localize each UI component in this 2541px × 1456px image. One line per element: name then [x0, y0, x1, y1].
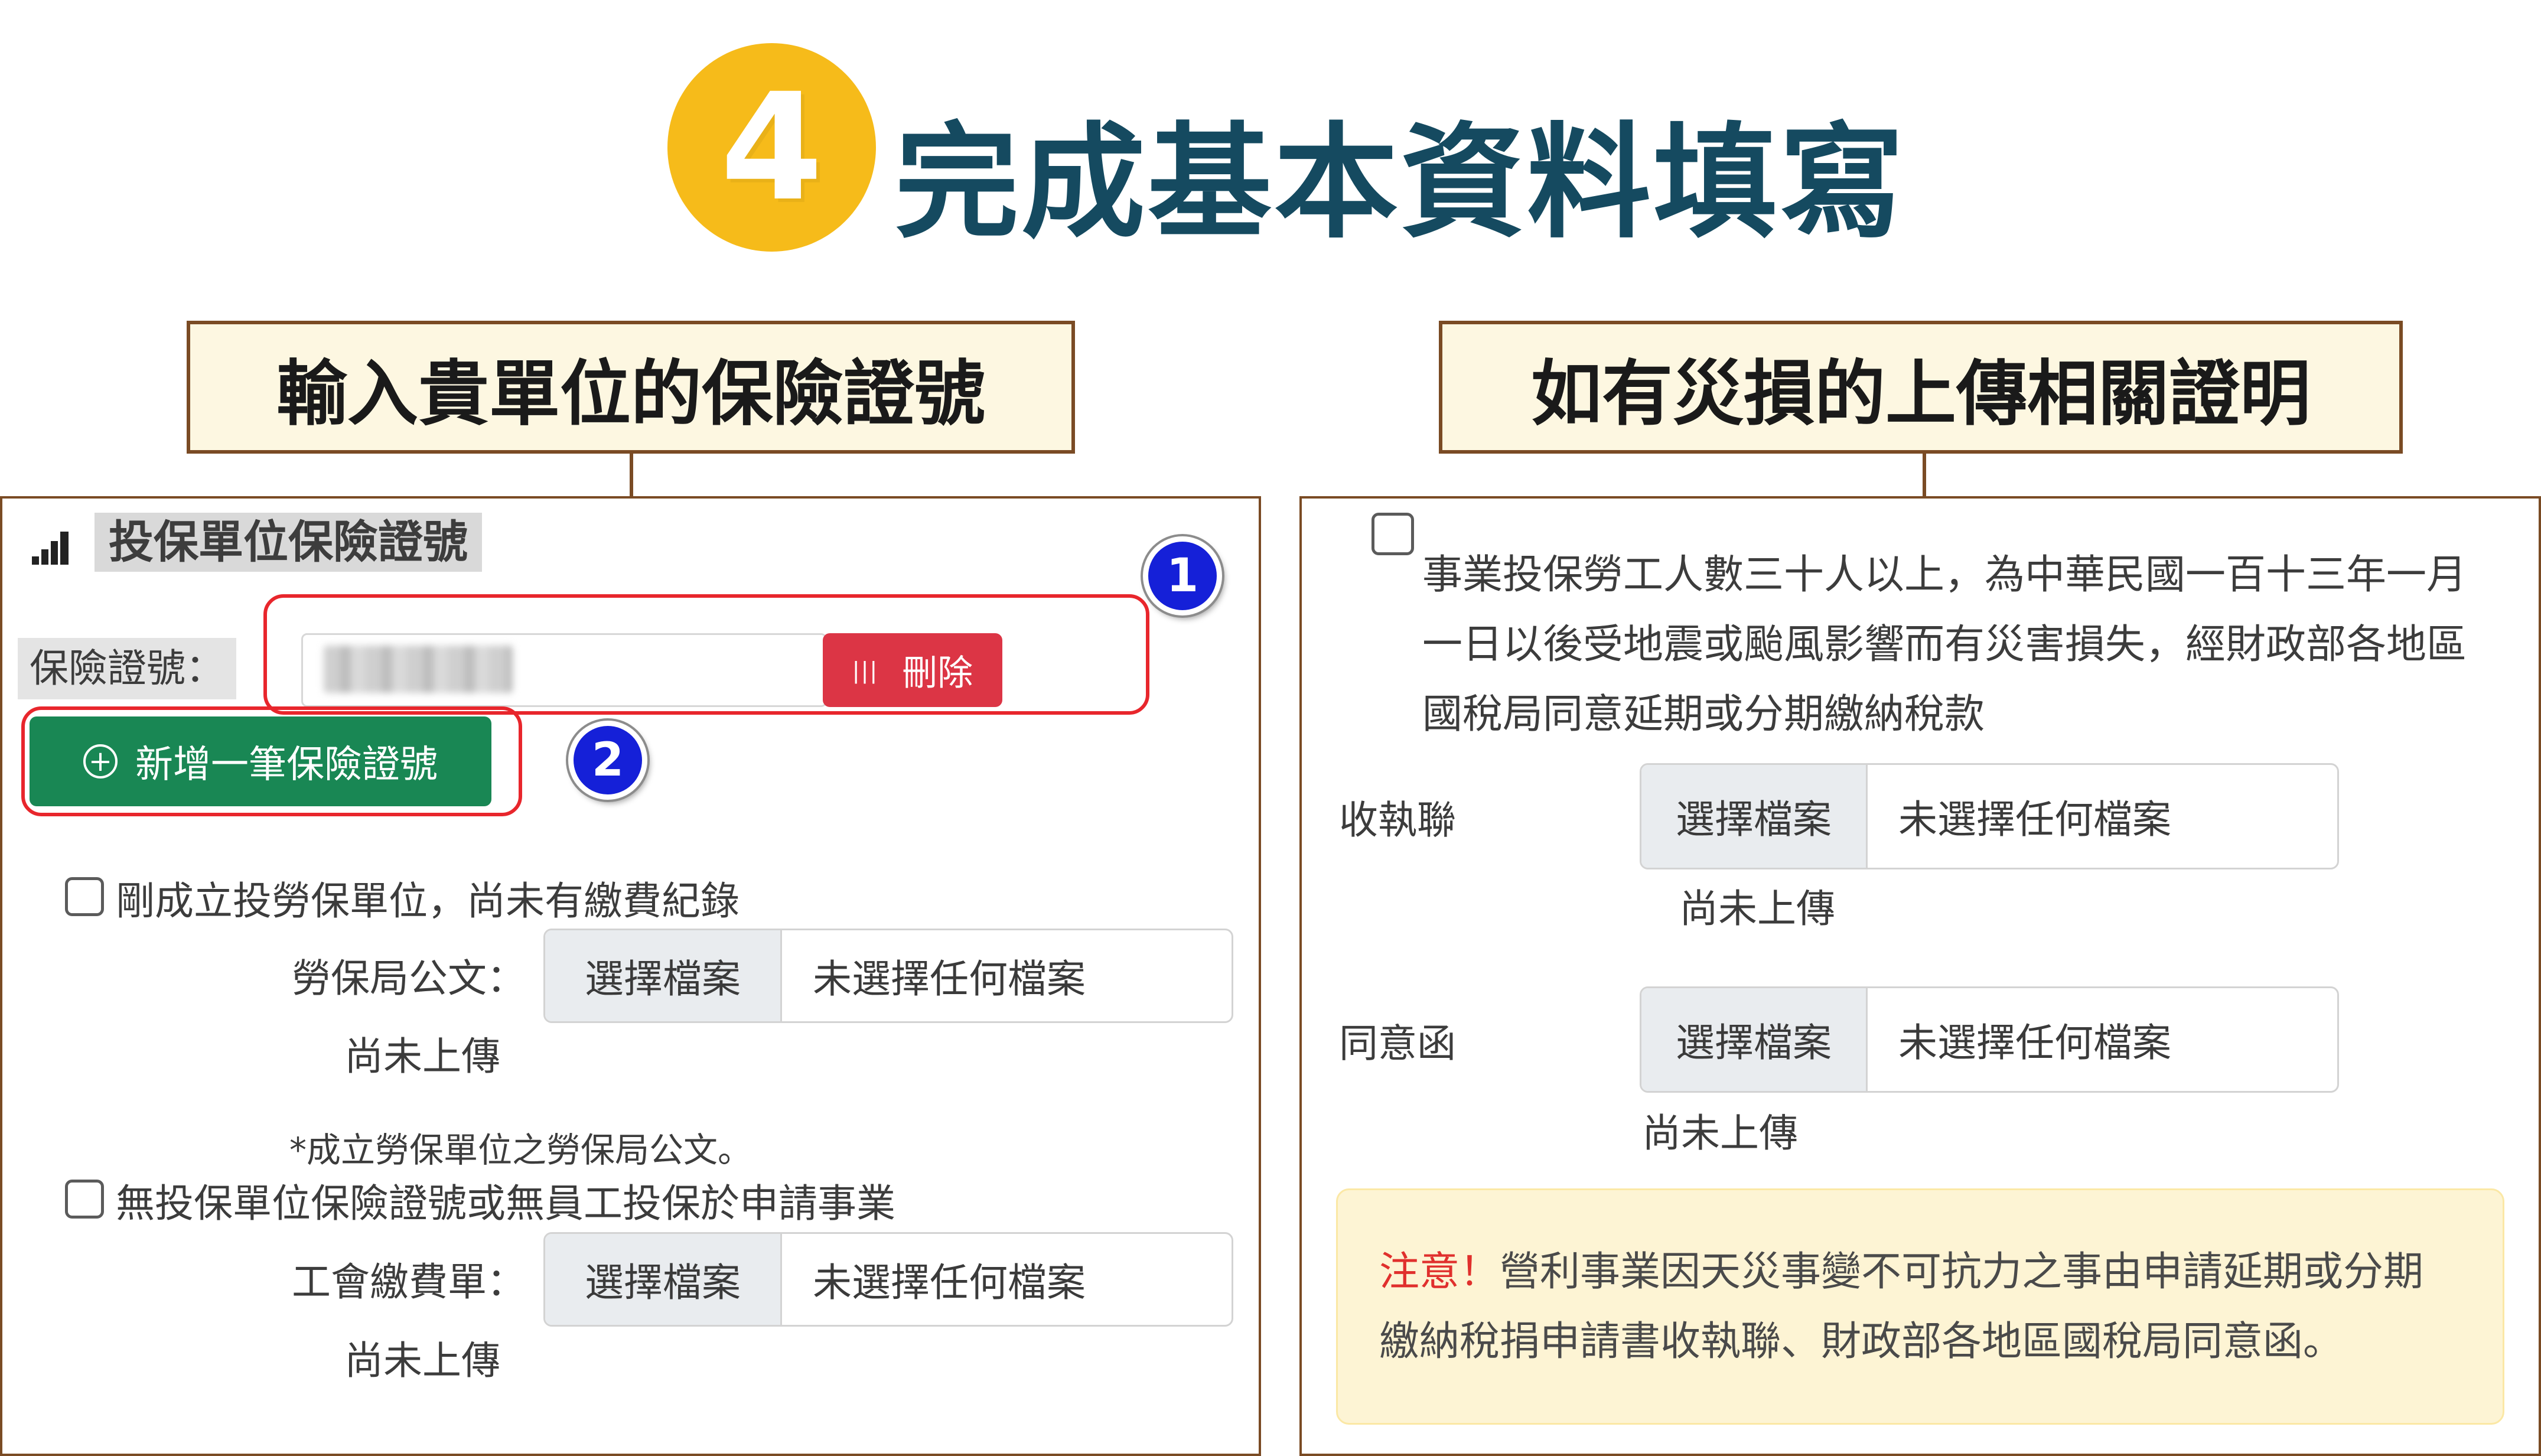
- notice-text-2: 繳納稅捐申請書收執聯、財政部各地區國稅局同意函。: [1379, 1318, 2344, 1365]
- new-unit-checkbox-label: 剛成立投勞保單位，尚未有繳費紀錄: [116, 878, 740, 924]
- receipt-choose-button[interactable]: 選擇檔案: [1641, 765, 1868, 868]
- union-bill-label: 工會繳費單：: [292, 1259, 526, 1305]
- consent-file-input[interactable]: 選擇檔案 未選擇任何檔案: [1640, 986, 2339, 1093]
- disaster-line: 國稅局同意延期或分期繳納稅款: [1422, 691, 1985, 738]
- panel-heading: 投保單位保險證號: [95, 513, 482, 572]
- union-bill-file-input[interactable]: 選擇檔案 未選擇任何檔案: [543, 1232, 1233, 1327]
- consent-choose-button[interactable]: 選擇檔案: [1641, 988, 1868, 1091]
- step-badge: 4: [667, 43, 876, 252]
- receipt-file-input[interactable]: 選擇檔案 未選擇任何檔案: [1640, 763, 2339, 869]
- union-bill-file-status: 未選擇任何檔案: [813, 1260, 1086, 1305]
- disaster-line: 一日以後受地震或颱風影響而有災害損失，經財政部各地區: [1422, 621, 2467, 668]
- labor-doc-file-status: 未選擇任何檔案: [813, 956, 1086, 1002]
- step-number: 4: [720, 61, 823, 233]
- disaster-line: 事業投保勞工人數三十人以上，為中華民國一百十三年一月: [1422, 552, 2467, 598]
- left-connector: [630, 454, 633, 496]
- no-number-checkbox[interactable]: [65, 1180, 104, 1219]
- labor-doc-file-input[interactable]: 選擇檔案 未選擇任何檔案: [543, 929, 1233, 1023]
- labor-doc-note: *成立勞保單位之勞保局公文。: [289, 1130, 752, 1170]
- highlight-box-1: [263, 594, 1149, 715]
- labor-doc-choose-button[interactable]: 選擇檔案: [545, 930, 782, 1021]
- no-number-checkbox-label: 無投保單位保險證號或無員工投保於申請事業: [116, 1181, 895, 1226]
- labor-doc-upload-status: 尚未上傳: [344, 1034, 500, 1079]
- labor-doc-label: 勞保局公文：: [292, 956, 526, 1001]
- step-title: 完成基本資料填寫: [895, 110, 1907, 255]
- new-unit-checkbox[interactable]: [65, 877, 104, 916]
- consent-upload-status: 尚未上傳: [1642, 1110, 1798, 1156]
- consent-file-status: 未選擇任何檔案: [1898, 1020, 2171, 1066]
- step-marker-1: 1: [1143, 536, 1222, 615]
- step-marker-2: 2: [568, 721, 647, 800]
- receipt-label: 收執聯: [1339, 797, 1456, 843]
- highlight-box-2: [21, 706, 522, 816]
- receipt-file-status: 未選擇任何檔案: [1898, 797, 2171, 842]
- left-caption: 輸入貴單位的保險證號: [187, 321, 1075, 454]
- union-bill-choose-button[interactable]: 選擇檔案: [545, 1234, 782, 1325]
- insurance-number-label: 保險證號：: [18, 638, 236, 699]
- notice-text-1: 營利事業因天災事變不可抗力之事由申請延期或分期: [1500, 1249, 2424, 1295]
- disaster-checkbox[interactable]: [1372, 513, 1414, 555]
- notice-prefix: 注意！: [1379, 1249, 1500, 1295]
- bar-chart-icon: [32, 532, 69, 565]
- union-bill-upload-status: 尚未上傳: [344, 1338, 500, 1383]
- receipt-upload-status: 尚未上傳: [1679, 886, 1835, 931]
- notice-box: 注意！營利事業因天災事變不可抗力之事由申請延期或分期 繳納稅捐申請書收執聯、財政…: [1336, 1188, 2504, 1425]
- right-connector: [1923, 454, 1926, 496]
- right-caption: 如有災損的上傳相關證明: [1439, 321, 2403, 454]
- consent-label: 同意函: [1339, 1021, 1456, 1066]
- disaster-checkbox-label: 事業投保勞工人數三十人以上，為中華民國一百十三年一月 一日以後受地震或颱風影響而…: [1422, 540, 2467, 750]
- notice-line-1: 注意！營利事業因天災事變不可抗力之事由申請延期或分期: [1379, 1237, 2503, 1307]
